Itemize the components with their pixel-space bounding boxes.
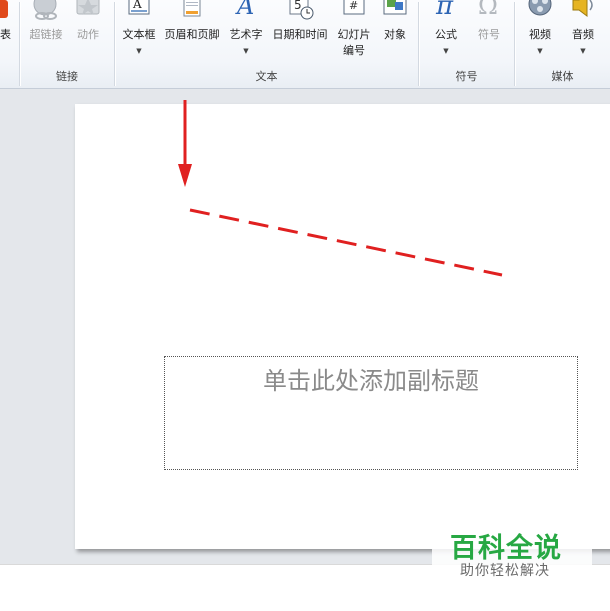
annotation-overlay <box>178 100 503 277</box>
annotation-dashed-line <box>189 208 503 277</box>
watermark-subtitle: 助你轻松解决 <box>460 563 550 579</box>
annotation-arrow <box>178 100 192 187</box>
watermark-logo: 百科全说 助你轻松解决 <box>432 523 592 583</box>
